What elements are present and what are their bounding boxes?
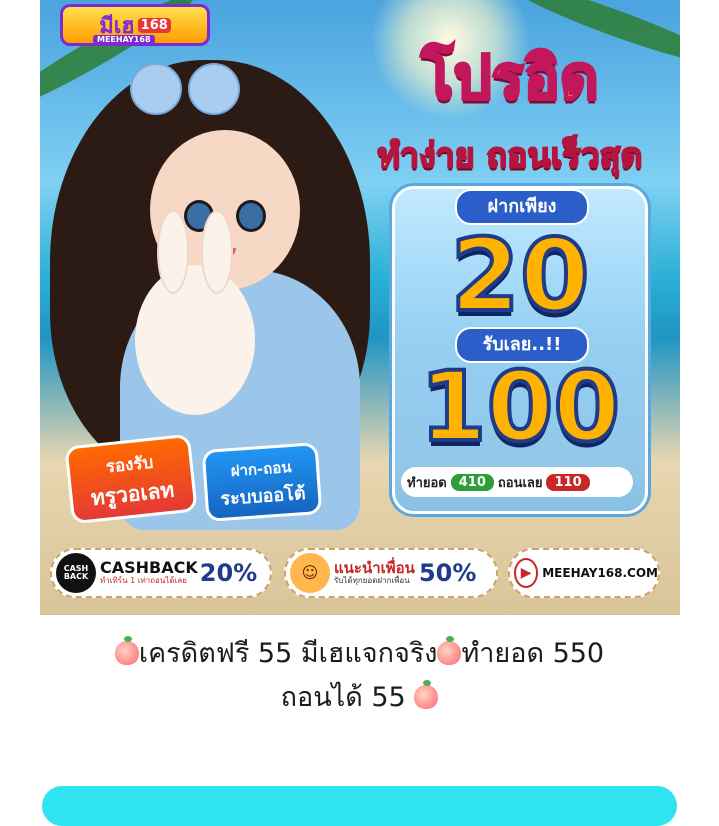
turnover-label: ทำยอด	[407, 475, 447, 491]
eye	[236, 200, 266, 232]
caption-text: ทำยอด 550	[461, 638, 605, 669]
website-url: MEEHAY168.COM	[542, 566, 658, 580]
brand-logo: มีเฮ 168 MEEHAY168	[60, 4, 210, 46]
caption-text: เครดิตฟรี 55 มีเฮแจกจริง	[138, 638, 438, 669]
bow-wing	[130, 63, 182, 115]
cashback-strip: CASH BACK CASHBACK ทำเทิร์น 1 เท่าถอนได้…	[50, 548, 272, 598]
post-caption: เครดิตฟรี 55 มีเฮแจกจริง ทำยอด 550 ถอนได้…	[0, 632, 719, 720]
caption-text: ถอนได้ 55	[280, 682, 406, 713]
bunny-illustration	[135, 210, 255, 415]
withdraw-label: ถอนเลย	[497, 475, 543, 491]
caption-line-1: เครดิตฟรี 55 มีเฮแจกจริง ทำยอด 550	[0, 632, 719, 676]
hair-bow	[130, 55, 240, 135]
friends-icon: ☺	[290, 553, 330, 593]
referral-strip: ☺ แนะนำเพื่อน รับได้ทุกยอดฝากเพื่อน 50%	[284, 548, 498, 598]
referral-percent: 50%	[418, 559, 477, 587]
turnover-value: 410	[450, 473, 494, 491]
promo-headline: โปรอิด	[420, 43, 601, 113]
peach-emoji-icon	[414, 680, 439, 709]
turnover-info: ทำยอด 410 ถอนเลย 110	[401, 467, 633, 497]
deposit-amount: 20	[448, 215, 591, 336]
referral-title: แนะนำเพื่อน	[334, 558, 415, 577]
badge-line: ระบบออโต้	[219, 483, 307, 510]
bunny-ear	[157, 210, 189, 294]
cashback-icon: CASH BACK	[56, 553, 96, 593]
withdraw-value: 110	[546, 473, 590, 491]
receive-amount: 100	[418, 349, 622, 465]
peach-emoji-icon	[437, 636, 462, 665]
cta-button[interactable]	[42, 786, 677, 826]
logo-number-badge: 168	[137, 17, 171, 33]
cashback-percent: 20%	[199, 559, 258, 587]
logo-subtext: MEEHAY168	[93, 35, 155, 44]
cashback-note: ทำเทิร์น 1 เท่าถอนได้เลย	[100, 576, 187, 586]
promo-banner-image: มีเฮ 168 MEEHAY168 โปรอิด ทำง่าย ถอนเร็ว…	[40, 0, 680, 615]
bow-wing	[188, 63, 240, 115]
referral-note: รับได้ทุกยอดฝากเพื่อน	[334, 575, 410, 585]
auto-system-badge: ฝาก-ถอน ระบบออโต้	[201, 442, 323, 522]
website-strip: ▶ MEEHAY168.COM	[508, 548, 660, 598]
bunny-ear	[201, 210, 233, 294]
truewallet-badge: รองรับ ทรูวอเลท	[64, 433, 198, 525]
cashback-title: CASHBACK	[100, 558, 198, 578]
caption-line-2: ถอนได้ 55	[0, 676, 719, 720]
peach-emoji-icon	[114, 636, 139, 665]
promo-subheadline: ทำง่าย ถอนเร็วสุด	[376, 135, 643, 177]
promo-offer-panel: ฝากเพียง 20 รับเลย..!! 100 ทำยอด 410 ถอน…	[392, 186, 648, 514]
play-icon: ▶	[514, 558, 539, 588]
